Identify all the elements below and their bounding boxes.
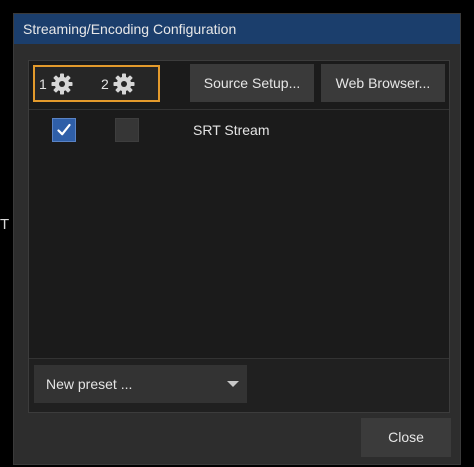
output-2-number: 2 bbox=[101, 75, 109, 92]
caret-down-icon bbox=[227, 381, 239, 387]
output-2-config-button[interactable]: 2 bbox=[101, 69, 136, 98]
gear-icon bbox=[112, 72, 136, 96]
close-button[interactable]: Close bbox=[361, 418, 451, 457]
streams-panel: 1 2 Source Setup... Web Browser... SRT S… bbox=[28, 60, 450, 413]
output-config-group: 1 2 bbox=[33, 65, 160, 102]
output-1-number: 1 bbox=[39, 75, 47, 92]
preset-selected-value: New preset ... bbox=[46, 376, 133, 392]
panel-toolbar: 1 2 Source Setup... Web Browser... bbox=[29, 61, 449, 110]
stream-name: SRT Stream bbox=[193, 122, 270, 138]
output-1-config-button[interactable]: 1 bbox=[39, 69, 74, 98]
output-1-checkbox[interactable] bbox=[52, 118, 76, 142]
web-browser-button[interactable]: Web Browser... bbox=[321, 64, 445, 102]
edge-text-fragment: T bbox=[0, 216, 10, 233]
stream-row: SRT Stream bbox=[29, 116, 449, 144]
output-2-checkbox[interactable] bbox=[115, 118, 139, 142]
source-setup-button[interactable]: Source Setup... bbox=[190, 64, 314, 102]
streaming-config-dialog: Streaming/Encoding Configuration 1 2 Sou… bbox=[13, 13, 461, 465]
preset-dropdown[interactable]: New preset ... bbox=[34, 365, 247, 403]
preset-bar: New preset ... bbox=[29, 358, 449, 412]
dialog-title: Streaming/Encoding Configuration bbox=[14, 14, 460, 44]
gear-icon bbox=[50, 72, 74, 96]
